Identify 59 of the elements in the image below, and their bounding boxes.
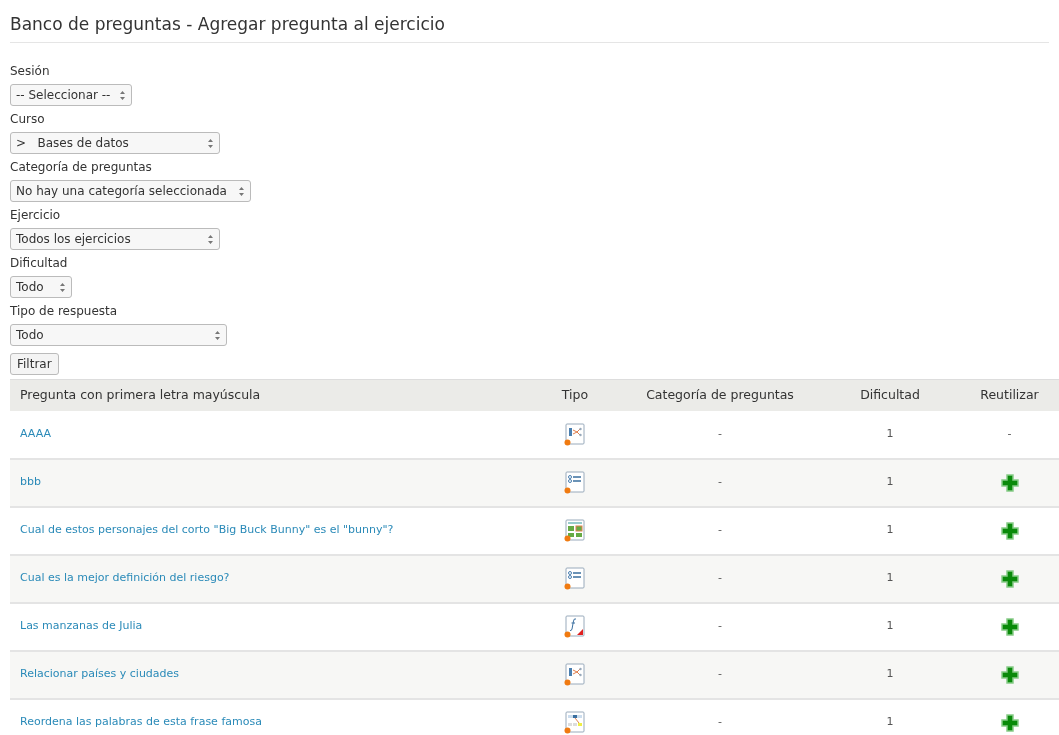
field-label: Dificultad [10,255,69,271]
list-type-icon [564,471,586,494]
table-cell: - [718,475,722,489]
table-cell: - [718,619,722,633]
table-cell: 1 [886,426,894,440]
spinner-arrows-icon [238,185,245,197]
add-icon[interactable] [1000,569,1019,588]
formula-type-icon [564,615,586,638]
select-dropdown[interactable]: Todo [10,324,227,346]
spinner-arrows-icon [207,233,214,245]
add-icon[interactable] [1000,713,1019,732]
select-dropdown[interactable]: -- Seleccionar -- [10,84,132,106]
column-header: Reutilizar [980,386,1039,402]
select-dropdown[interactable]: No hay una categoría seleccionada [10,180,251,202]
table-cell: - [718,667,722,681]
image-grid-type-icon [564,519,586,542]
question-link[interactable]: AAAA [20,426,52,440]
add-icon[interactable] [1000,521,1019,540]
table-cell: - [1007,426,1012,440]
question-link[interactable]: Relacionar países y ciudades [20,667,180,681]
spinner-arrows-icon [214,329,221,341]
spinner-arrows-icon [59,281,66,293]
add-icon[interactable] [1000,473,1019,492]
table-cell: 1 [886,571,894,585]
table-cell: 1 [886,475,894,489]
list-type-icon [564,567,586,590]
select-dropdown[interactable]: Todo [10,276,72,298]
select-dropdown[interactable]: > Bases de datos [10,132,220,154]
table-cell: - [718,571,722,585]
column-header: Categoría de preguntas [646,386,794,402]
add-icon[interactable] [1000,665,1019,684]
table-cell: 1 [886,667,894,681]
table-cell: 1 [886,715,894,729]
field-label: Curso [10,111,46,127]
question-link[interactable]: Reordena las palabras de esta frase famosa [20,715,262,729]
table-cell: - [718,715,722,729]
question-link[interactable]: Las manzanas de Julia [20,619,143,633]
spinner-arrows-icon [119,89,126,101]
spinner-arrows-icon [207,137,214,149]
field-label: Tipo de respuesta [10,303,119,319]
add-icon[interactable] [1000,617,1019,636]
matching-type-icon [564,422,586,446]
column-header: Pregunta con primera letra mayúscula [20,386,261,402]
field-label: Categoría de preguntas [10,159,153,175]
table-cell: 1 [886,619,894,633]
page-title: Banco de preguntas - Agregar pregunta al ejercicio [10,12,1049,43]
question-link[interactable]: Cual de estos personajes del corto "Big Buck Bunny" es el "bunny"? [20,523,394,537]
column-header: Dificultad [860,386,920,402]
table-cell: 1 [886,523,894,537]
field-label: Ejercicio [10,207,62,223]
select-dropdown[interactable]: Todos los ejercicios [10,228,220,250]
question-link[interactable]: Cual es la mejor definición del riesgo? [20,571,230,585]
matching-type-icon [564,663,586,686]
column-header: Tipo [561,386,589,402]
table-cell: - [718,426,722,440]
filter-button[interactable]: Filtrar [10,353,59,375]
question-link[interactable]: bbb [20,475,41,489]
field-label: Sesión [10,63,51,79]
table-cell: - [718,523,722,537]
